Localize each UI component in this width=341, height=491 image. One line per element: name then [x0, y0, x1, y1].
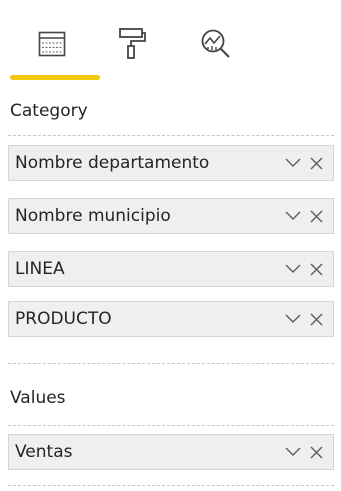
field-well-nombre-departamento[interactable]: Nombre departamento: [8, 145, 334, 181]
values-label: Values: [10, 388, 66, 408]
field-well-linea[interactable]: LINEA: [8, 251, 334, 287]
field-name: PRODUCTO: [15, 309, 112, 329]
close-icon[interactable]: [305, 441, 327, 463]
chevron-down-icon[interactable]: [282, 205, 304, 227]
category-separator: [8, 135, 334, 136]
visualization-pane-tabs: [0, 0, 341, 90]
category-drop-zone-end: [8, 363, 334, 364]
paint-roller-icon: [119, 28, 146, 59]
values-separator: [8, 425, 334, 426]
close-icon[interactable]: [305, 258, 327, 280]
close-icon[interactable]: [305, 308, 327, 330]
tab-analytics[interactable]: [190, 18, 242, 70]
category-label: Category: [10, 101, 88, 121]
field-name: LINEA: [15, 259, 65, 279]
chevron-down-icon[interactable]: [282, 308, 304, 330]
values-drop-zone-end: [8, 485, 334, 486]
field-name: Nombre departamento: [15, 153, 210, 173]
analytics-magnifier-icon: [201, 29, 230, 58]
active-tab-indicator: [10, 75, 100, 80]
field-well-producto[interactable]: PRODUCTO: [8, 301, 334, 337]
chevron-down-icon[interactable]: [282, 258, 304, 280]
field-well-ventas[interactable]: Ventas: [8, 434, 334, 470]
close-icon[interactable]: [305, 205, 327, 227]
tab-format[interactable]: [106, 18, 158, 70]
close-icon[interactable]: [305, 152, 327, 174]
fields-grid-icon: [38, 31, 66, 57]
tab-fields[interactable]: [26, 18, 78, 70]
field-well-nombre-municipio[interactable]: Nombre municipio: [8, 198, 334, 234]
chevron-down-icon[interactable]: [282, 441, 304, 463]
field-name: Ventas: [15, 442, 73, 462]
field-name: Nombre municipio: [15, 206, 171, 226]
chevron-down-icon[interactable]: [282, 152, 304, 174]
